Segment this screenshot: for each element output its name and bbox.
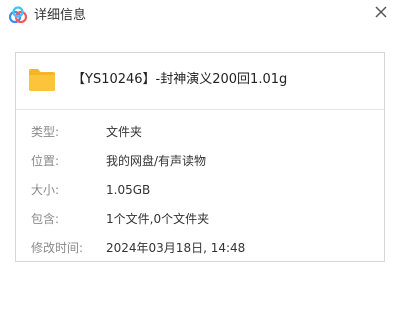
title-bar[interactable]: 详细信息	[0, 0, 400, 34]
detail-label: 修改时间:	[31, 241, 84, 255]
detail-row-type: 类型: 文件夹	[16, 121, 384, 143]
detail-value: 1个文件,0个文件夹	[106, 212, 210, 226]
detail-label: 包含:	[31, 212, 60, 226]
detail-value: 2024年03月18日, 14:48	[106, 241, 246, 255]
baidu-netdisk-cloud-icon	[8, 6, 28, 26]
file-header: 【YS10246】-封神演义200回1.01g	[16, 53, 384, 110]
detail-value: 文件夹	[106, 125, 143, 139]
folder-icon	[28, 67, 56, 93]
detail-value: 1.05GB	[106, 183, 151, 197]
detail-row-modified: 修改时间: 2024年03月18日, 14:48	[16, 237, 384, 259]
detail-row-location: 位置: 我的网盘/有声读物	[16, 150, 384, 172]
detail-row-size: 大小: 1.05GB	[16, 179, 384, 201]
detail-row-contains: 包含: 1个文件,0个文件夹	[16, 208, 384, 230]
details-card: 【YS10246】-封神演义200回1.01g 类型: 文件夹 位置: 我的网盘…	[15, 52, 385, 262]
dialog-title: 详细信息	[34, 8, 87, 23]
detail-label: 大小:	[31, 183, 60, 197]
detail-value: 我的网盘/有声读物	[106, 154, 207, 168]
close-icon[interactable]	[372, 3, 390, 21]
details-dialog: 详细信息 【YS10246】-封神演义200回1.01g 类型: 文件夹 位置:…	[0, 0, 400, 310]
detail-label: 位置:	[31, 154, 60, 168]
detail-label: 类型:	[31, 125, 60, 139]
file-name: 【YS10246】-封神演义200回1.01g	[72, 72, 288, 87]
